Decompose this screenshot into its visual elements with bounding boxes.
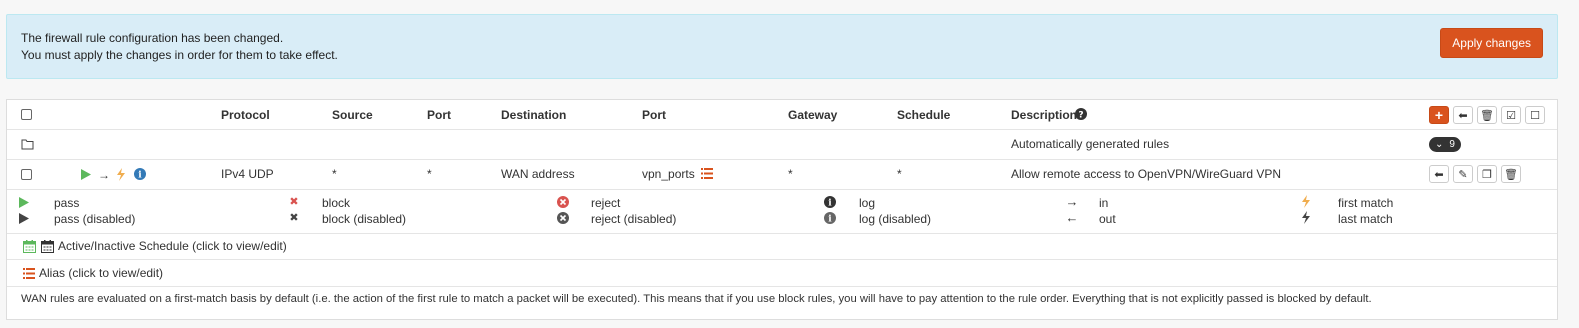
calendar-inactive-icon <box>41 240 54 253</box>
rule-port: * <box>427 167 432 181</box>
pencil-icon: ✎ <box>1458 168 1468 181</box>
alias-list-icon[interactable] <box>701 168 713 179</box>
edit-rule-button[interactable]: ✎ <box>1453 165 1473 183</box>
copy-icon: ❐ <box>1482 168 1492 181</box>
help-icon[interactable]: ? <box>1075 108 1087 120</box>
rule-protocol: IPv4 UDP <box>221 167 274 181</box>
auto-rules-description: Automatically generated rules <box>1011 137 1170 151</box>
legend-reject-disabled: reject (disabled) <box>591 212 677 226</box>
square-icon: ☐ <box>1530 109 1540 122</box>
table-row[interactable]: → i IPv4 UDP * * WAN address vpn_ports *… <box>7 160 1557 190</box>
move-rules-button[interactable]: ⬅ <box>1453 106 1473 124</box>
svg-text:i: i <box>828 199 832 209</box>
legend: pass pass (disabled) ✖ block ✖ block (di… <box>7 190 1557 234</box>
legend-in: in <box>1099 196 1109 210</box>
rule-description: Allow remote access to OpenVPN/WireGuard… <box>1011 167 1282 181</box>
legend-log: log <box>859 196 876 210</box>
log-disabled-icon: i <box>824 212 838 224</box>
select-all-checkbox[interactable] <box>21 109 32 120</box>
header-dest-port: Port <box>642 108 666 122</box>
legend-reject: reject <box>591 196 621 210</box>
header-description: Description <box>1011 108 1078 122</box>
add-rule-button[interactable]: + <box>1429 106 1449 124</box>
quick-disabled-icon <box>1302 211 1316 224</box>
info-icon[interactable]: i <box>134 168 146 180</box>
reject-icon <box>557 196 571 208</box>
svg-text:i: i <box>828 215 832 225</box>
apply-changes-button[interactable]: Apply changes <box>1440 28 1543 58</box>
chevron-down-icon: ⌄ <box>1435 139 1444 150</box>
arrow-left-icon: ← <box>1065 210 1079 225</box>
footer-note-row: WAN rules are evaluated on a first-match… <box>7 287 1557 319</box>
header-destination: Destination <box>501 108 567 122</box>
auto-rules-row[interactable]: Automatically generated rules ⌄ 9 <box>7 130 1557 160</box>
log-icon: i <box>824 196 838 208</box>
delete-rule-button[interactable]: 🗑 <box>1501 165 1521 183</box>
rule-select-checkbox[interactable] <box>21 169 32 180</box>
legend-block: block <box>322 196 351 210</box>
alias-list-icon <box>23 268 35 279</box>
trash-icon: 🗑 <box>1480 109 1494 122</box>
legend-log-disabled: log (disabled) <box>859 212 932 226</box>
arrow-left-icon: ⬅ <box>1458 109 1468 122</box>
rules-panel: Protocol Source Port Destination Port Ga… <box>6 99 1558 320</box>
auto-rules-count: 9 <box>1449 139 1455 150</box>
direction-in-icon: → <box>98 168 110 182</box>
schedule-note-row: Active/Inactive Schedule (click to view/… <box>7 234 1557 260</box>
quick-icon <box>117 168 125 181</box>
arrow-right-icon: → <box>1065 194 1079 209</box>
plus-icon: + <box>1434 107 1444 123</box>
move-rule-button[interactable]: ⬅ <box>1429 165 1449 183</box>
alias-note-row: Alias (click to view/edit) <box>7 260 1557 287</box>
rule-destination: WAN address <box>501 167 575 181</box>
delete-selected-button[interactable]: 🗑 <box>1477 106 1497 124</box>
schedule-note: Active/Inactive Schedule (click to view/… <box>58 239 287 253</box>
block-disabled-icon: ✖ <box>289 212 299 224</box>
header-port: Port <box>427 108 451 122</box>
pass-disabled-icon <box>19 213 33 224</box>
alert-line-1: The firewall rule configuration has been… <box>21 31 284 45</box>
copy-rule-button[interactable]: ❐ <box>1477 165 1497 183</box>
disable-selected-button[interactable]: ☐ <box>1525 106 1545 124</box>
quick-icon <box>1302 195 1316 208</box>
rule-schedule: * <box>897 167 902 181</box>
calendar-active-icon <box>23 240 36 253</box>
table-header: Protocol Source Port Destination Port Ga… <box>7 100 1557 130</box>
legend-block-disabled: block (disabled) <box>322 212 407 226</box>
arrow-left-icon: ⬅ <box>1434 168 1444 181</box>
rule-source: * <box>332 167 337 181</box>
alert-message: The firewall rule configuration has been… <box>21 30 338 64</box>
pass-icon[interactable] <box>81 169 91 180</box>
alias-note: Alias (click to view/edit) <box>39 266 164 280</box>
header-protocol: Protocol <box>221 108 270 122</box>
auto-rules-toggle[interactable]: ⌄ 9 <box>1429 137 1461 152</box>
header-gateway: Gateway <box>788 108 838 122</box>
header-source: Source <box>332 108 373 122</box>
legend-out: out <box>1099 212 1116 226</box>
rule-dest-port[interactable]: vpn_ports <box>642 160 695 188</box>
trash-icon: 🗑 <box>1504 168 1518 181</box>
legend-last-match: last match <box>1338 212 1393 226</box>
changes-alert: The firewall rule configuration has been… <box>6 14 1558 79</box>
legend-pass: pass <box>54 196 80 210</box>
reject-disabled-icon <box>557 212 571 224</box>
enable-selected-button[interactable]: ☑ <box>1501 106 1521 124</box>
svg-text:i: i <box>138 171 142 181</box>
legend-pass-disabled: pass (disabled) <box>54 212 136 226</box>
folder-icon <box>21 138 34 150</box>
block-icon: ✖ <box>289 196 299 208</box>
check-square-icon: ☑ <box>1506 109 1516 122</box>
rule-gateway: * <box>788 167 793 181</box>
header-schedule: Schedule <box>897 108 951 122</box>
pass-icon <box>19 197 33 208</box>
svg-text:?: ? <box>1078 111 1083 121</box>
footer-note: WAN rules are evaluated on a first-match… <box>21 293 1372 305</box>
alert-line-2: You must apply the changes in order for … <box>21 48 338 62</box>
legend-first-match: first match <box>1338 196 1394 210</box>
